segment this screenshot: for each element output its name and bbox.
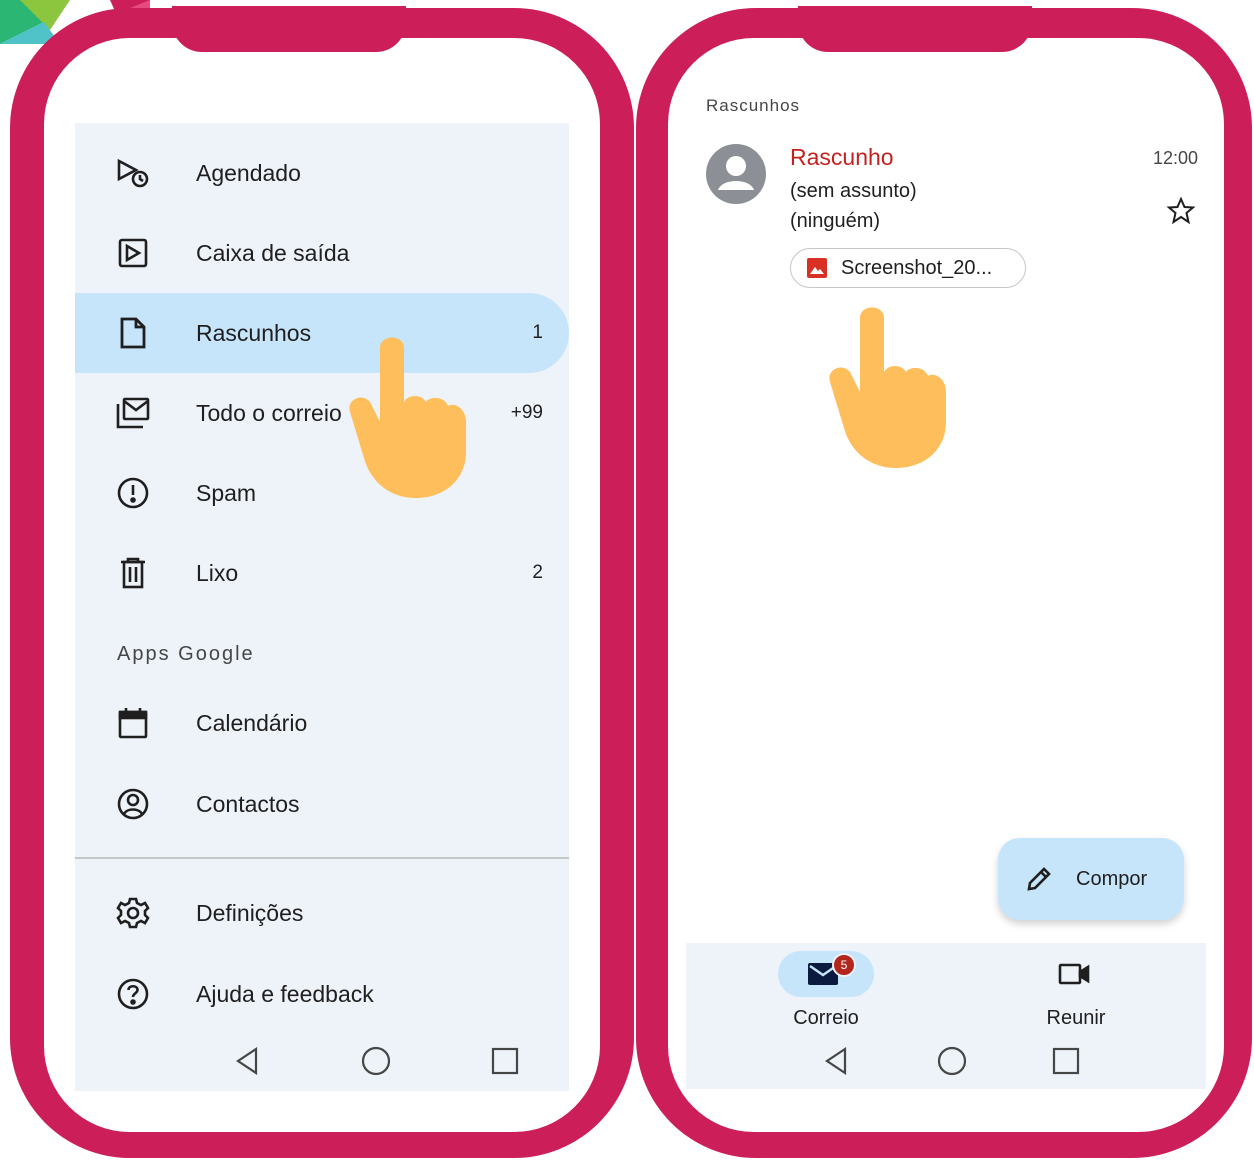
menu-item-label: Todo o correio xyxy=(196,400,342,426)
menu-item-label: Ajuda e feedback xyxy=(196,981,374,1007)
contacts-icon xyxy=(115,786,151,822)
mail-recipients: (ninguém) xyxy=(790,210,881,232)
pointing-hand-icon xyxy=(349,337,466,498)
menu-item-label: Lixo xyxy=(196,560,239,586)
folder-header: Rascunhos xyxy=(706,96,801,115)
menu-item-spam[interactable]: Spam xyxy=(75,453,569,533)
mail-sender: Rascunho xyxy=(790,144,894,170)
nav-reunir[interactable]: Reunir xyxy=(1006,951,1146,1031)
trash-icon xyxy=(115,555,151,591)
phone-notch xyxy=(172,6,406,52)
draft-file-icon xyxy=(115,315,151,351)
avatar xyxy=(706,144,766,204)
back-icon[interactable] xyxy=(819,1043,855,1079)
pencil-icon xyxy=(1027,867,1051,891)
unread-count: +99 xyxy=(510,402,543,423)
attachment-name: Screenshot_20... xyxy=(841,257,993,279)
notification-badge: 5 xyxy=(832,953,856,977)
recents-icon[interactable] xyxy=(487,1043,523,1079)
menu-item-ajuda-e-feedback[interactable]: Ajuda e feedback xyxy=(75,954,569,1034)
home-icon[interactable] xyxy=(358,1043,394,1079)
menu-item-label: Rascunhos xyxy=(196,320,312,346)
menu-item-lixo[interactable]: Lixo 2 xyxy=(75,533,569,613)
apps-section-title: Apps Google xyxy=(117,643,255,665)
compose-label: Compor xyxy=(1076,868,1148,890)
unread-count: 1 xyxy=(532,322,543,343)
nav-label: Correio xyxy=(793,1007,859,1029)
nav-label: Reunir xyxy=(1046,1007,1106,1029)
menu-item-calendario[interactable]: Calendário xyxy=(75,683,569,763)
drawer-divider xyxy=(75,857,569,859)
menu-item-rascunhos[interactable]: Rascunhos 1 xyxy=(75,293,569,373)
help-icon xyxy=(115,976,151,1012)
menu-item-label: Caixa de saída xyxy=(196,240,350,266)
scheduled-send-icon xyxy=(115,155,151,191)
attachment-chip[interactable]: Screenshot_20... xyxy=(790,248,1026,288)
menu-item-label: Contactos xyxy=(196,791,300,817)
recents-icon[interactable] xyxy=(1048,1043,1084,1079)
menu-item-label: Spam xyxy=(196,480,257,506)
home-icon[interactable] xyxy=(934,1043,970,1079)
left-phone-screen: Agendado Caixa de saída Rascunhos 1 Todo… xyxy=(44,38,600,1132)
system-navigation-bar xyxy=(686,1041,1206,1087)
item-count: 2 xyxy=(532,562,543,583)
menu-item-agendado[interactable]: Agendado xyxy=(75,133,569,213)
draft-mail-row[interactable]: Rascunho (sem assunto) (ninguém) 12:00 S… xyxy=(706,138,1198,308)
phone-notch xyxy=(798,6,1032,52)
menu-item-todo-o-correio[interactable]: Todo o correio +99 xyxy=(75,373,569,453)
settings-gear-icon xyxy=(115,895,151,931)
menu-item-label: Agendado xyxy=(196,160,301,186)
menu-item-label: Calendário xyxy=(196,710,308,736)
left-phone-frame: Agendado Caixa de saída Rascunhos 1 Todo… xyxy=(10,6,634,1158)
all-mail-icon xyxy=(115,395,151,431)
mail-time: 12:00 xyxy=(1152,148,1198,168)
right-phone-screen: Rascunhos Rascunho (sem assunto) (ningué… xyxy=(668,38,1224,1132)
menu-item-definicoes[interactable]: Definições xyxy=(75,873,569,953)
menu-item-label: Definições xyxy=(196,900,304,926)
right-phone-frame: Rascunhos Rascunho (sem assunto) (ningué… xyxy=(636,6,1252,1158)
menu-item-contactos[interactable]: Contactos xyxy=(75,764,569,844)
nav-correio[interactable]: 5 Correio xyxy=(756,951,896,1031)
menu-item-caixa-de-saida[interactable]: Caixa de saída xyxy=(75,213,569,293)
video-camera-icon xyxy=(1058,963,1090,985)
image-file-icon xyxy=(807,258,827,278)
compose-button[interactable]: Compor xyxy=(998,838,1184,920)
outbox-icon xyxy=(115,235,151,271)
bottom-navigation: 5 Correio Reunir xyxy=(686,943,1206,1089)
pointing-hand-icon xyxy=(829,307,946,468)
calendar-icon xyxy=(115,705,151,741)
navigation-drawer: Agendado Caixa de saída Rascunhos 1 Todo… xyxy=(75,123,569,1091)
star-icon[interactable] xyxy=(1166,196,1196,226)
mail-subject: (sem assunto) xyxy=(790,180,917,202)
report-spam-icon xyxy=(115,475,151,511)
back-icon[interactable] xyxy=(230,1043,266,1079)
system-navigation-bar xyxy=(75,1035,569,1091)
